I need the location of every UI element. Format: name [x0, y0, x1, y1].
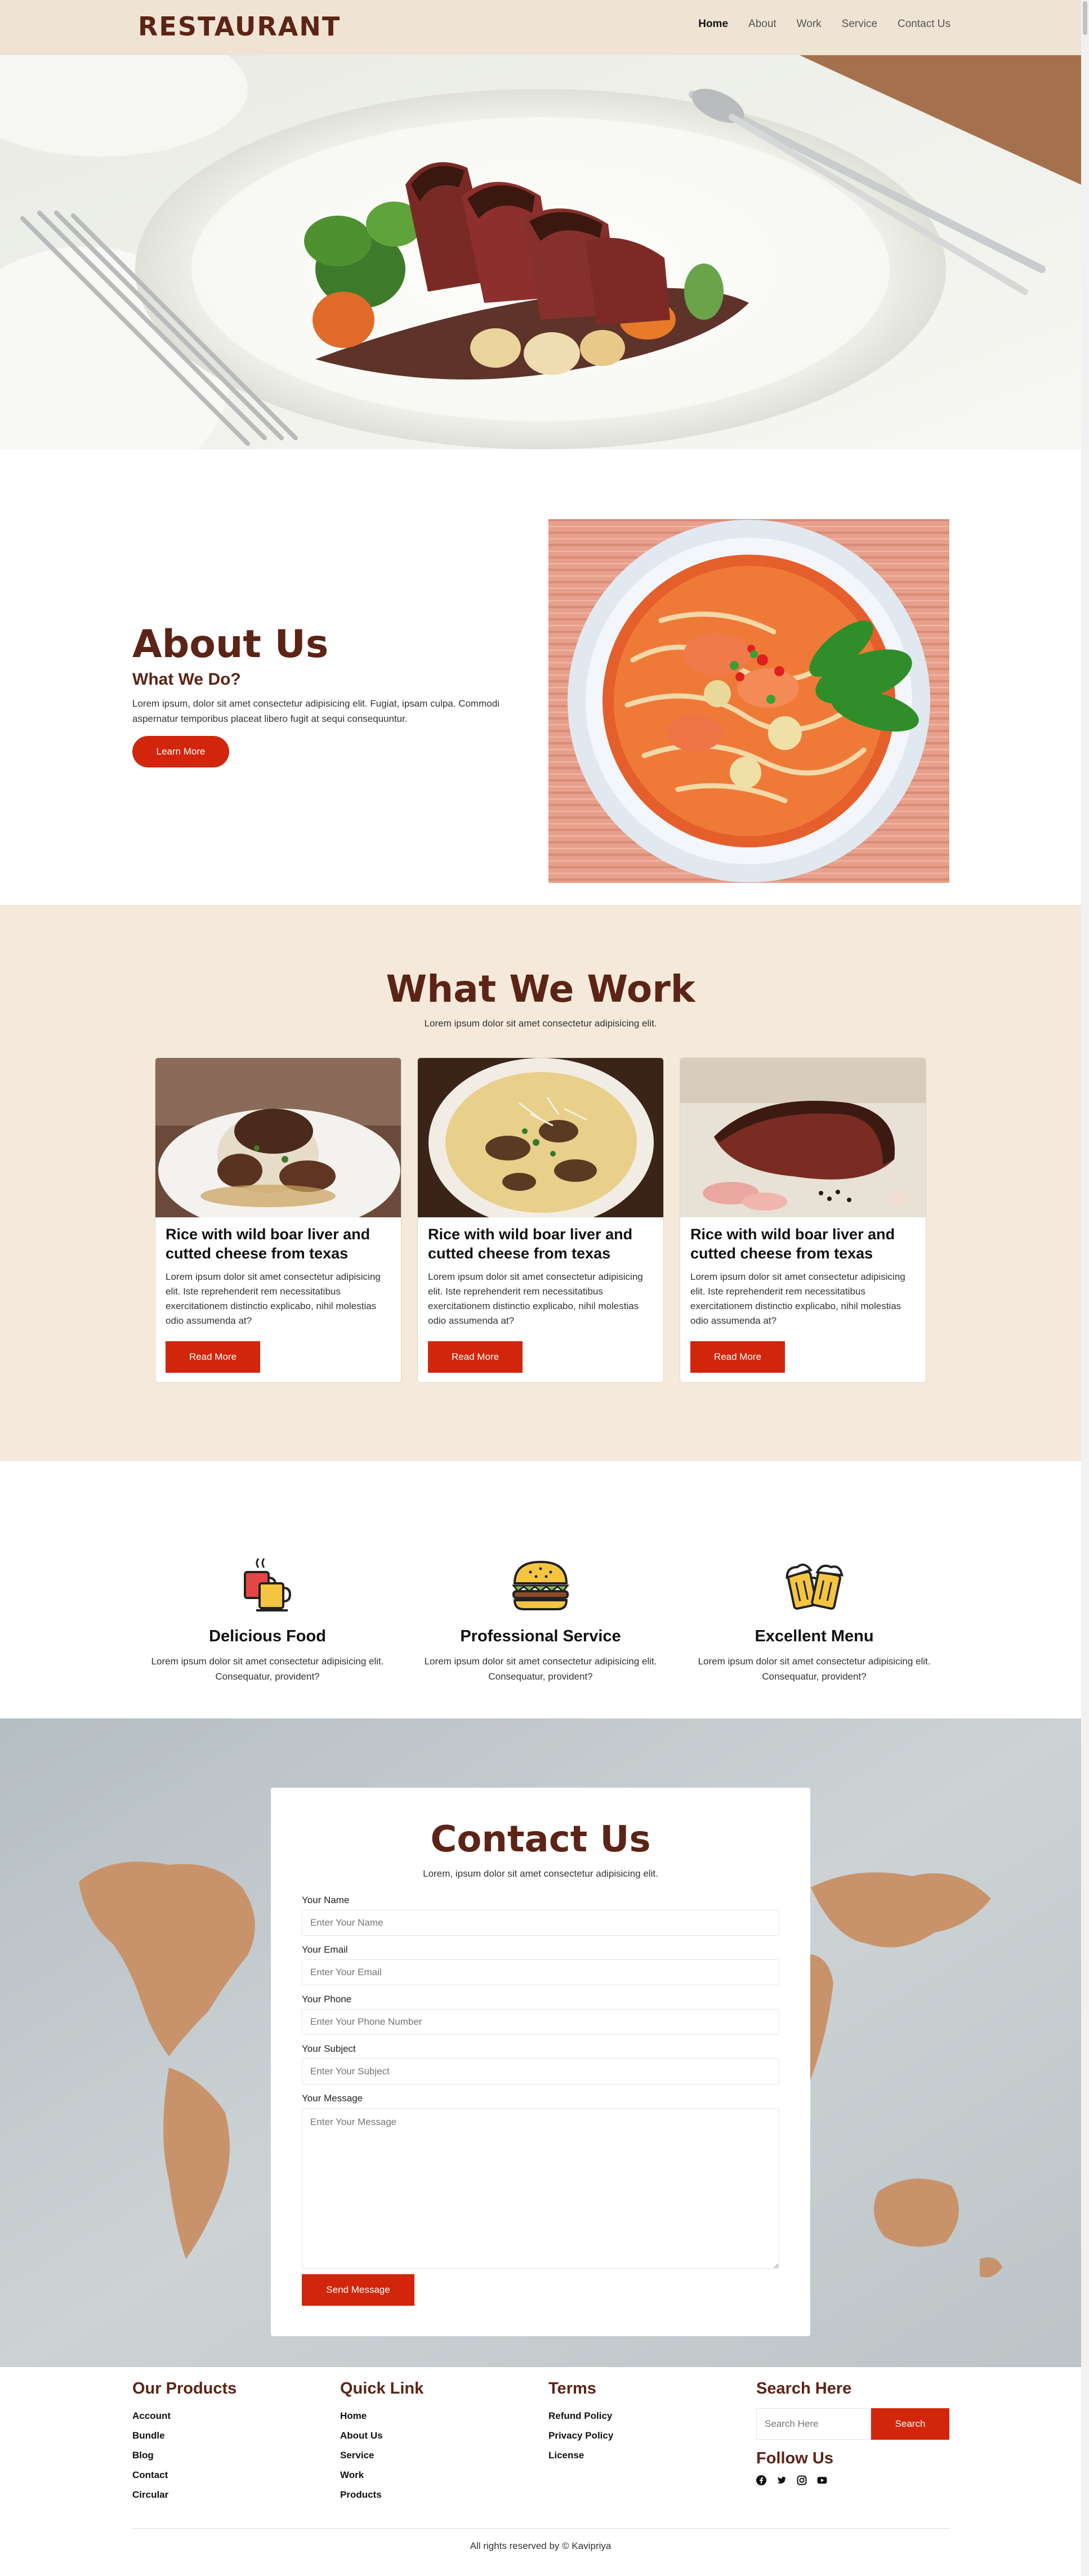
- footer-quick-links: Quick Link Home About Us Service Work Pr…: [340, 2379, 423, 2504]
- footer-link-blog[interactable]: Blog: [132, 2445, 236, 2465]
- card-image: [155, 1058, 401, 1217]
- feature-text: Lorem ipsum dolor sit amet consectetur a…: [424, 1656, 657, 1682]
- contact-subtitle: Lorem, ipsum dolor sit amet consectetur …: [423, 1868, 658, 1879]
- work-card: Rice with wild boar liver and cutted che…: [417, 1057, 664, 1383]
- card-image: [680, 1058, 926, 1217]
- footer-quick-title: Quick Link: [340, 2379, 424, 2398]
- subject-input[interactable]: [302, 2059, 779, 2084]
- follow-us-title: Follow Us: [756, 2449, 833, 2467]
- footer-link-contact[interactable]: Contact: [132, 2465, 236, 2485]
- footer-link-privacy-policy[interactable]: Privacy Policy: [548, 2426, 613, 2445]
- learn-more-button[interactable]: Learn More: [132, 736, 229, 767]
- read-more-button[interactable]: Read More: [428, 1341, 523, 1373]
- email-label: Your Email: [302, 1944, 348, 1955]
- facebook-icon[interactable]: [756, 2475, 766, 2485]
- message-label: Your Message: [302, 2093, 363, 2104]
- contact-form-card: Contact Us Lorem, ipsum dolor sit amet c…: [271, 1788, 810, 2336]
- about-subtitle: What We Do?: [132, 670, 241, 689]
- footer-search: Search Here: [756, 2379, 851, 2406]
- work-card: Rice with wild boar liver and cutted che…: [155, 1057, 401, 1383]
- footer-search-input[interactable]: [756, 2408, 871, 2440]
- contact-title: Contact Us: [430, 1819, 651, 1860]
- feature-item: Excellent Menu Lorem ipsum dolor sit ame…: [679, 1554, 949, 1684]
- nav-about[interactable]: About: [748, 18, 776, 30]
- instagram-icon[interactable]: [797, 2475, 807, 2485]
- card-image: [418, 1058, 663, 1217]
- nav-contact[interactable]: Contact Us: [898, 18, 950, 30]
- card-title: Rice with wild boar liver and cutted che…: [428, 1226, 633, 1262]
- name-input[interactable]: [302, 1910, 779, 1936]
- card-title: Rice with wild boar liver and cutted che…: [690, 1226, 895, 1262]
- footer-link-circular[interactable]: Circular: [132, 2485, 236, 2504]
- feature-item: Delicious Food Lorem ipsum dolor sit ame…: [132, 1554, 403, 1684]
- work-title: What We Work: [386, 967, 695, 1011]
- send-message-button[interactable]: Send Message: [302, 2274, 414, 2306]
- card-text: Lorem ipsum dolor sit amet consectetur a…: [166, 1271, 381, 1326]
- footer-link-products[interactable]: Products: [340, 2485, 423, 2504]
- about-text: Lorem ipsum, dolor sit amet consectetur …: [132, 698, 499, 724]
- name-label: Your Name: [302, 1895, 350, 1905]
- nav-work[interactable]: Work: [797, 18, 822, 30]
- site-logo[interactable]: RESTAURANT: [138, 11, 341, 42]
- about-title: About Us: [132, 622, 329, 667]
- footer-link-license[interactable]: License: [548, 2445, 613, 2465]
- work-subtitle: Lorem ipsum dolor sit amet consectetur a…: [424, 1018, 657, 1029]
- burger-icon: [511, 1560, 570, 1610]
- feature-text: Lorem ipsum dolor sit amet consectetur a…: [698, 1656, 931, 1682]
- footer-products-title: Our Products: [132, 2379, 237, 2398]
- footer-link-bundle[interactable]: Bundle: [132, 2426, 236, 2445]
- footer-search-title: Search Here: [756, 2379, 852, 2398]
- subject-label: Your Subject: [302, 2043, 356, 2054]
- footer-terms: Terms Refund Policy Privacy Policy Licen…: [548, 2379, 613, 2465]
- beer-mugs-icon: [785, 1563, 843, 1610]
- footer-link-service[interactable]: Service: [340, 2445, 423, 2465]
- read-more-button[interactable]: Read More: [166, 1341, 260, 1373]
- footer-terms-title: Terms: [548, 2379, 596, 2398]
- footer-link-refund-policy[interactable]: Refund Policy: [548, 2406, 613, 2426]
- page-scrollbar[interactable]: [1081, 0, 1089, 2576]
- card-text: Lorem ipsum dolor sit amet consectetur a…: [690, 1271, 905, 1326]
- footer-products: Our Products Account Bundle Blog Contact…: [132, 2379, 236, 2504]
- scrollbar-thumb[interactable]: [1083, 1, 1087, 35]
- hero-image: [0, 55, 1081, 449]
- footer-link-about-us[interactable]: About Us: [340, 2426, 423, 2445]
- footer-link-account[interactable]: Account: [132, 2406, 236, 2426]
- youtube-icon[interactable]: [817, 2475, 827, 2485]
- read-more-button[interactable]: Read More: [690, 1341, 785, 1373]
- footer-link-work[interactable]: Work: [340, 2465, 423, 2485]
- twitter-icon[interactable]: [776, 2475, 787, 2485]
- message-textarea[interactable]: [302, 2108, 779, 2269]
- phone-label: Your Phone: [302, 1994, 352, 2004]
- coffee-cups-icon: [244, 1558, 292, 1611]
- email-input[interactable]: [302, 1959, 779, 1985]
- main-nav: Home About Work Service Contact Us: [698, 18, 950, 30]
- copyright-text: All rights reserved by © Kavipriya: [470, 2541, 612, 2551]
- site-header: RESTAURANT Home About Work Service Conta…: [0, 0, 1081, 55]
- work-card: Rice with wild boar liver and cutted che…: [680, 1057, 926, 1383]
- footer-link-home[interactable]: Home: [340, 2406, 423, 2426]
- feature-name: Delicious Food: [209, 1627, 326, 1645]
- feature-name: Excellent Menu: [755, 1627, 874, 1645]
- feature-name: Professional Service: [460, 1627, 621, 1645]
- nav-service[interactable]: Service: [842, 18, 877, 30]
- feature-item: Professional Service Lorem ipsum dolor s…: [405, 1554, 676, 1684]
- card-text: Lorem ipsum dolor sit amet consectetur a…: [428, 1271, 643, 1326]
- nav-home[interactable]: Home: [698, 18, 728, 30]
- card-title: Rice with wild boar liver and cutted che…: [166, 1226, 371, 1262]
- feature-text: Lorem ipsum dolor sit amet consectetur a…: [151, 1656, 384, 1682]
- social-icons: [756, 2475, 827, 2485]
- about-image: [548, 519, 949, 883]
- phone-input[interactable]: [302, 2009, 779, 2035]
- footer-divider: [132, 2528, 950, 2529]
- footer-search-button[interactable]: Search: [871, 2408, 949, 2440]
